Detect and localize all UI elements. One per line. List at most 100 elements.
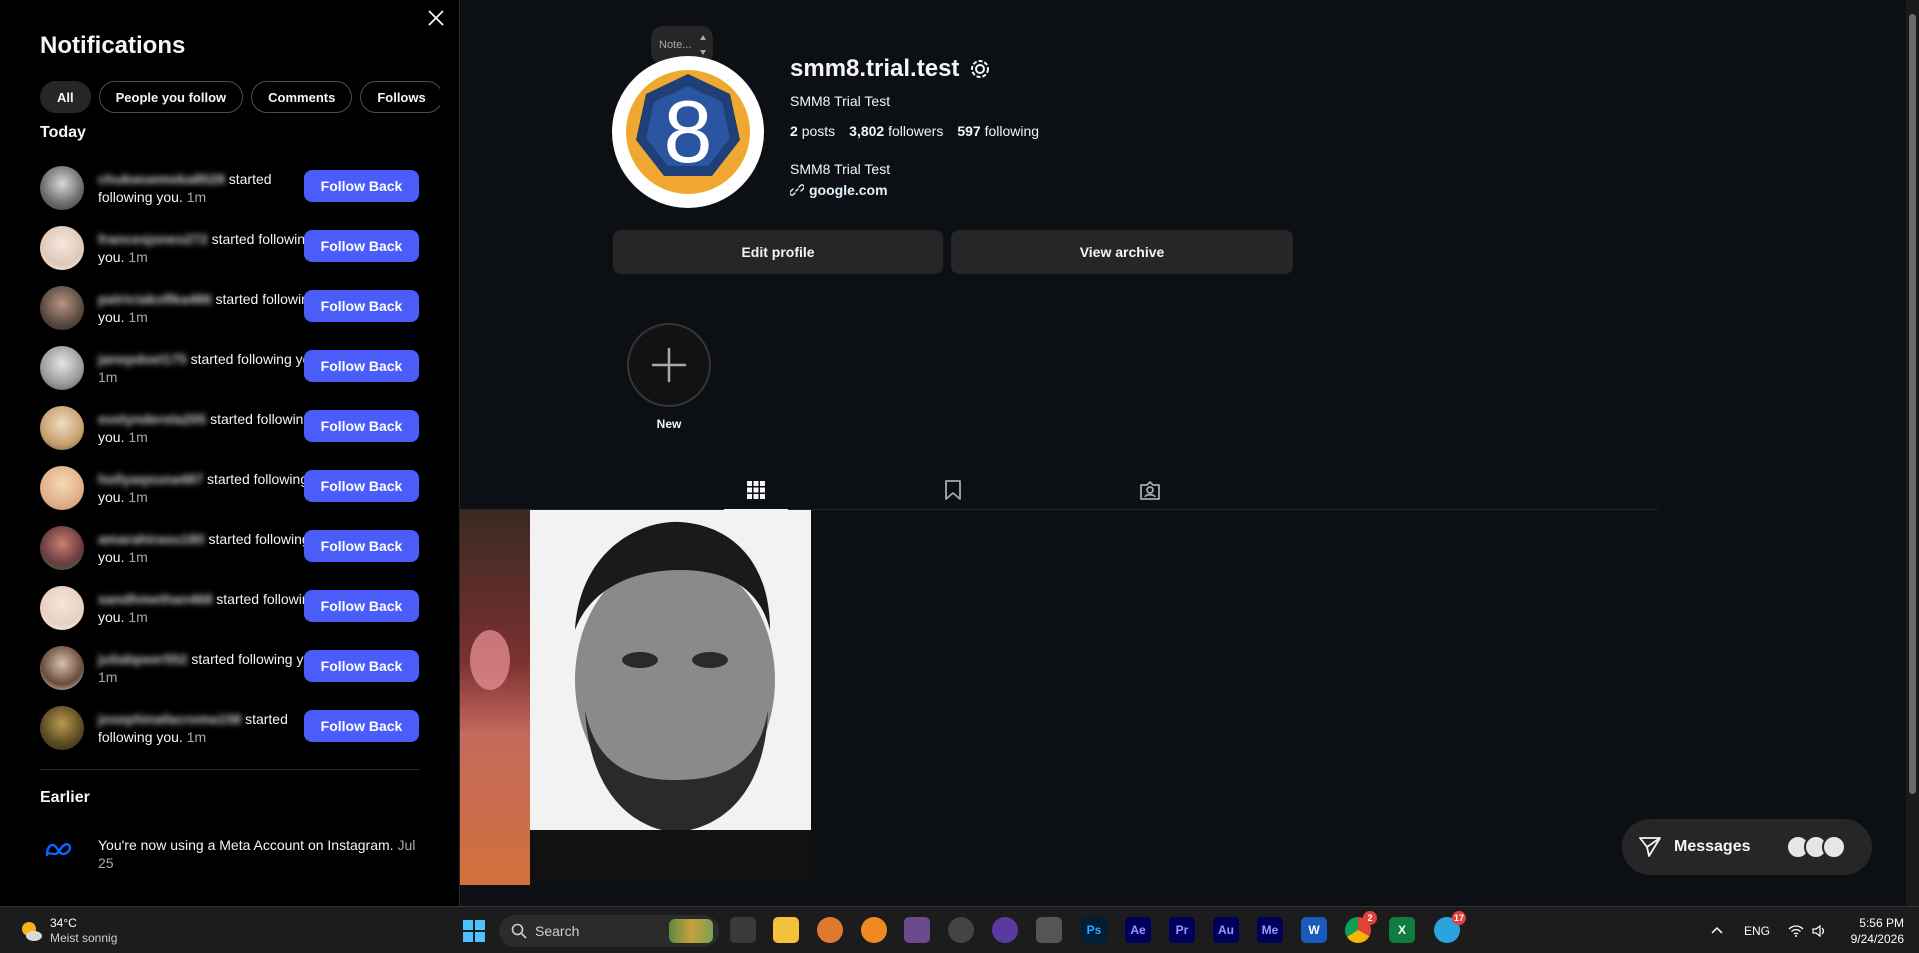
follow-back-button[interactable]: Follow Back	[304, 350, 419, 382]
follow-back-button[interactable]: Follow Back	[304, 230, 419, 262]
excel-icon[interactable]: X	[1389, 917, 1415, 943]
notifications-panel: Notifications All People you follow Comm…	[0, 0, 460, 906]
app-database-icon[interactable]	[904, 917, 930, 943]
avatar[interactable]	[40, 226, 84, 270]
posts-count: 2 posts	[790, 123, 836, 139]
notification-row[interactable]: juliabpeer552 started following you. 1m …	[40, 640, 420, 700]
filter-follows[interactable]: Follows	[360, 81, 440, 113]
volume-icon[interactable]	[1812, 924, 1828, 938]
notification-list: chukwuemeka8528 started following you. 1…	[40, 160, 420, 760]
follow-back-button[interactable]: Follow Back	[304, 410, 419, 442]
filter-comments[interactable]: Comments	[251, 81, 353, 113]
notification-row[interactable]: francesjones272 started following you. 1…	[40, 220, 420, 280]
file-explorer-icon[interactable]	[773, 917, 799, 943]
today-heading: Today	[40, 124, 86, 141]
tab-saved[interactable]	[921, 470, 985, 510]
taskbar-clock[interactable]: 5:56 PM 9/24/2026	[1844, 915, 1904, 947]
telegram-icon[interactable]: 17	[1434, 911, 1466, 943]
tab-posts[interactable]	[724, 470, 788, 510]
post-thumbnail[interactable]	[530, 510, 811, 885]
notification-username[interactable]: chukwuemeka8528	[98, 171, 225, 187]
follow-back-button[interactable]: Follow Back	[304, 590, 419, 622]
tab-tagged[interactable]	[1118, 470, 1182, 510]
avatar-digit: 8	[663, 82, 713, 181]
notification-row[interactable]: chukwuemeka8528 started following you. 1…	[40, 160, 420, 220]
edit-profile-button[interactable]: Edit profile	[613, 230, 943, 274]
avatar[interactable]	[40, 346, 84, 390]
page-scrollbar[interactable]	[1906, 0, 1919, 906]
note-scroll-arrows-icon	[700, 35, 706, 55]
input-language[interactable]: ENG	[1744, 924, 1770, 938]
notification-username[interactable]: evelynderela205	[98, 411, 206, 427]
notification-username[interactable]: josephinafacroma158	[98, 711, 241, 727]
followers-count[interactable]: 3,802 followers	[849, 123, 943, 139]
filter-all[interactable]: All	[40, 81, 91, 113]
close-icon[interactable]	[426, 8, 446, 28]
premiere-icon[interactable]: Pr	[1169, 917, 1195, 943]
meta-account-notification[interactable]: You're now using a Meta Account on Insta…	[40, 832, 420, 872]
app-sunburst-icon[interactable]	[817, 917, 843, 943]
profile-avatar[interactable]: 8	[612, 56, 764, 208]
follow-back-button[interactable]: Follow Back	[304, 470, 419, 502]
notification-username[interactable]: juliabpeer552	[98, 651, 188, 667]
after-effects-icon[interactable]: Ae	[1125, 917, 1151, 943]
media-encoder-icon[interactable]: Me	[1257, 917, 1283, 943]
notification-time: 1m	[128, 609, 148, 625]
notification-username[interactable]: hollyaqsuna487	[98, 471, 203, 487]
chevron-up-icon[interactable]	[1710, 924, 1724, 938]
notification-filters: All People you follow Comments Follows T…	[40, 81, 440, 113]
chrome-icon[interactable]: 2	[1345, 911, 1377, 943]
notification-username[interactable]: amarahirasu180	[98, 531, 205, 547]
notification-time: 1m	[186, 729, 207, 745]
notification-time: 1m	[128, 489, 148, 505]
avatar[interactable]	[40, 646, 84, 690]
app-cube-icon[interactable]	[1036, 917, 1062, 943]
notification-row[interactable]: sandhmethan468 started following you. 1m…	[40, 580, 420, 640]
follow-back-button[interactable]: Follow Back	[304, 170, 419, 202]
app-orange-circle-icon[interactable]	[861, 917, 887, 943]
notification-username[interactable]: janepdoel175	[98, 351, 187, 367]
following-count[interactable]: 597 following	[957, 123, 1039, 139]
avatar[interactable]	[40, 706, 84, 750]
avatar[interactable]	[40, 166, 84, 210]
notification-username[interactable]: patriciakoflka486	[98, 291, 212, 307]
taskbar-search[interactable]: Search	[499, 915, 719, 947]
avatar[interactable]	[40, 286, 84, 330]
follow-back-button[interactable]: Follow Back	[304, 530, 419, 562]
profile-link[interactable]: google.com	[790, 182, 888, 198]
notification-row[interactable]: evelynderela205 started following you. 1…	[40, 400, 420, 460]
notification-row[interactable]: janepdoel175 started following you. 1m F…	[40, 340, 420, 400]
follow-back-button[interactable]: Follow Back	[304, 710, 419, 742]
photoshop-icon[interactable]: Ps	[1081, 917, 1107, 943]
notification-row[interactable]: amarahirasu180 started following you. 1m…	[40, 520, 420, 580]
app-ring-icon[interactable]	[992, 917, 1018, 943]
notification-row[interactable]: hollyaqsuna487 started following you. 1m…	[40, 460, 420, 520]
follow-back-button[interactable]: Follow Back	[304, 290, 419, 322]
view-archive-button[interactable]: View archive	[951, 230, 1293, 274]
notification-username[interactable]: francesjones272	[98, 231, 208, 247]
notification-text: patriciakoflka486 started following you.…	[98, 291, 317, 325]
word-icon[interactable]: W	[1301, 917, 1327, 943]
notification-row[interactable]: patriciakoflka486 started following you.…	[40, 280, 420, 340]
app-power-icon[interactable]	[948, 917, 974, 943]
messages-button[interactable]: Messages	[1622, 819, 1872, 875]
windows-start-icon[interactable]	[462, 919, 486, 943]
new-highlight-button[interactable]	[627, 323, 711, 407]
avatar[interactable]	[40, 586, 84, 630]
settings-gear-icon[interactable]	[968, 57, 992, 81]
task-view-icon[interactable]	[730, 917, 756, 943]
notification-time: 1m	[98, 669, 118, 685]
avatar[interactable]	[40, 526, 84, 570]
scrollbar-thumb[interactable]	[1909, 14, 1916, 794]
notification-username[interactable]: sandhmethan468	[98, 591, 212, 607]
wifi-icon[interactable]	[1788, 924, 1804, 938]
audition-icon[interactable]: Au	[1213, 917, 1239, 943]
avatar[interactable]	[40, 466, 84, 510]
follow-back-button[interactable]: Follow Back	[304, 650, 419, 682]
notification-time: 1m	[128, 549, 148, 565]
notification-row[interactable]: josephinafacroma158 started following yo…	[40, 700, 420, 760]
avatar[interactable]	[40, 406, 84, 450]
notification-time: 1m	[128, 249, 148, 265]
filter-people-you-follow[interactable]: People you follow	[98, 81, 244, 113]
post-thumbnail[interactable]	[460, 510, 530, 885]
